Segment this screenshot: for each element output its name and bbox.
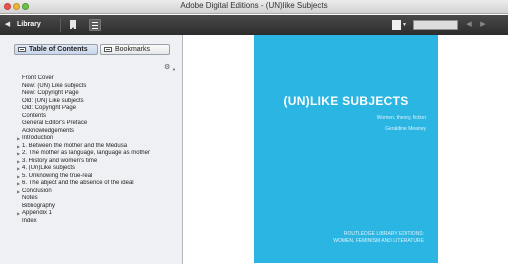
toc-item[interactable]: Old: (UN) Like subjects xyxy=(0,98,182,106)
chevron-down-icon[interactable]: ▼ xyxy=(402,23,407,28)
cover-series: ROUTLEDGE LIBRARY EDITIONS: WOMEN, FEMIN… xyxy=(264,231,424,245)
disclosure-triangle-icon[interactable]: ▶ xyxy=(17,143,20,151)
cover-series-line: ROUTLEDGE LIBRARY EDITIONS: xyxy=(343,231,424,237)
toc-item-label: 3. History and women's time xyxy=(22,157,98,164)
toc-item[interactable]: Front Cover xyxy=(0,75,182,83)
chevron-down-icon[interactable]: ▼ xyxy=(172,68,176,72)
book-cover: (UN)LIKE SUBJECTS Women, theory, fiction… xyxy=(254,35,438,263)
toc-item[interactable]: ▶ 5. Unknowing the true-real xyxy=(0,173,182,181)
side-panel: Table of Contents Bookmarks ⚙ ▼ Front Co… xyxy=(0,35,183,264)
disclosure-triangle-icon[interactable]: ▶ xyxy=(17,180,20,188)
toc-item[interactable]: ▶ Appendix 1 xyxy=(0,210,182,218)
title-bar: Adobe Digital Editions - (UN)like Subjec… xyxy=(0,0,508,14)
toc-item[interactable]: Acknowledgements xyxy=(0,128,182,136)
toc-item-label: Introduction xyxy=(22,135,54,141)
toc-item[interactable]: Old: Copyright Page xyxy=(0,105,182,113)
toc-list: Front Cover New: (UN) Like subjects New:… xyxy=(0,75,182,225)
app-window: Adobe Digital Editions - (UN)like Subjec… xyxy=(0,0,508,264)
toc-item[interactable]: ▶ 4. (Un)Like subjects xyxy=(0,165,182,173)
gear-icon[interactable]: ⚙ xyxy=(164,64,170,72)
toc-item-label: New: Copyright Page xyxy=(22,90,79,96)
page-view-icon[interactable] xyxy=(392,20,401,30)
cover-title: (UN)LIKE SUBJECTS xyxy=(283,94,409,108)
prev-page-icon[interactable]: ◀ xyxy=(463,19,475,31)
cover-subtitle: Women, theory, fiction xyxy=(376,115,426,121)
back-arrow-icon[interactable]: ◀ xyxy=(3,19,12,31)
toc-item-label: Old: Copyright Page xyxy=(22,105,77,111)
toc-item[interactable]: Notes xyxy=(0,195,182,203)
tab-label: Table of Contents xyxy=(29,46,88,53)
toc-icon xyxy=(18,47,26,52)
toc-item[interactable]: Index xyxy=(0,218,182,226)
toc-item[interactable]: ▶ Introduction xyxy=(0,135,182,143)
toc-item-label: Bibliography xyxy=(22,202,56,209)
toc-item-label: General Editor's Preface xyxy=(22,120,88,126)
reading-area[interactable]: (UN)LIKE SUBJECTS Women, theory, fiction… xyxy=(184,35,508,264)
page-number-input[interactable] xyxy=(413,20,458,30)
cover-author: Geraldine Meaney xyxy=(385,126,426,132)
toc-item-label: 2. The mother as language, language as m… xyxy=(22,150,150,156)
toc-item[interactable]: ▶ 1. Between the mother and the Medusa xyxy=(0,143,182,151)
toc-item-label: Index xyxy=(22,217,37,224)
toc-item[interactable]: General Editor's Preface xyxy=(0,120,182,128)
toc-item-label: Front Cover xyxy=(22,75,54,81)
toc-item-label: 5. Unknowing the true-real xyxy=(22,172,93,179)
toc-item-label: Notes xyxy=(22,195,38,201)
next-page-icon[interactable]: ▶ xyxy=(477,19,489,31)
toc-item-label: Old: (UN) Like subjects xyxy=(22,97,84,104)
disclosure-triangle-icon[interactable]: ▶ xyxy=(17,173,20,181)
bookmarks-icon xyxy=(104,47,112,52)
toc-item-label: New: (UN) Like subjects xyxy=(22,82,87,89)
toc-item[interactable]: ▶ Conclusion xyxy=(0,188,182,196)
disclosure-triangle-icon[interactable]: ▶ xyxy=(17,150,20,158)
toc-item-label: 6. The abject and the absence of the ide… xyxy=(22,180,134,186)
window-title: Adobe Digital Editions - (UN)like Subjec… xyxy=(180,1,328,10)
tab-label: Bookmarks xyxy=(115,46,151,53)
toc-item-label: 4. (Un)Like subjects xyxy=(22,165,76,171)
tab-bookmarks[interactable]: Bookmarks xyxy=(100,44,170,55)
cover-series-line: WOMEN, FEMINISM AND LITERATURE xyxy=(333,238,424,244)
toc-item[interactable]: New: (UN) Like subjects xyxy=(0,83,182,91)
toc-item[interactable]: ▶ 2. The mother as language, language as … xyxy=(0,150,182,158)
toc-item-label: Conclusion xyxy=(22,187,52,194)
disclosure-triangle-icon[interactable]: ▶ xyxy=(17,158,20,166)
toc-item[interactable]: New: Copyright Page xyxy=(0,90,182,98)
tab-table-of-contents[interactable]: Table of Contents xyxy=(14,44,98,55)
toc-item-label: Appendix 1 xyxy=(22,210,53,216)
toc-item[interactable]: Contents xyxy=(0,113,182,121)
list-icon[interactable] xyxy=(89,19,101,31)
toc-item-label: Contents xyxy=(22,112,47,119)
toc-item[interactable]: ▶ 3. History and women's time xyxy=(0,158,182,166)
disclosure-triangle-icon[interactable]: ▶ xyxy=(17,135,20,143)
toc-item-label: 1. Between the mother and the Medusa xyxy=(22,142,128,149)
toolbar: ◀ Library ▼ ◀ ▶ xyxy=(0,15,508,35)
toc-item[interactable]: Bibliography xyxy=(0,203,182,211)
library-button[interactable]: Library xyxy=(17,19,41,31)
toolbar-divider xyxy=(60,18,61,32)
disclosure-triangle-icon[interactable]: ▶ xyxy=(17,188,20,196)
toc-item[interactable]: ▶ 6. The abject and the absence of the id… xyxy=(0,180,182,188)
bookmark-icon[interactable] xyxy=(70,20,76,30)
disclosure-triangle-icon[interactable]: ▶ xyxy=(17,210,20,218)
toc-item-label: Acknowledgements xyxy=(22,127,75,134)
disclosure-triangle-icon[interactable]: ▶ xyxy=(17,165,20,173)
